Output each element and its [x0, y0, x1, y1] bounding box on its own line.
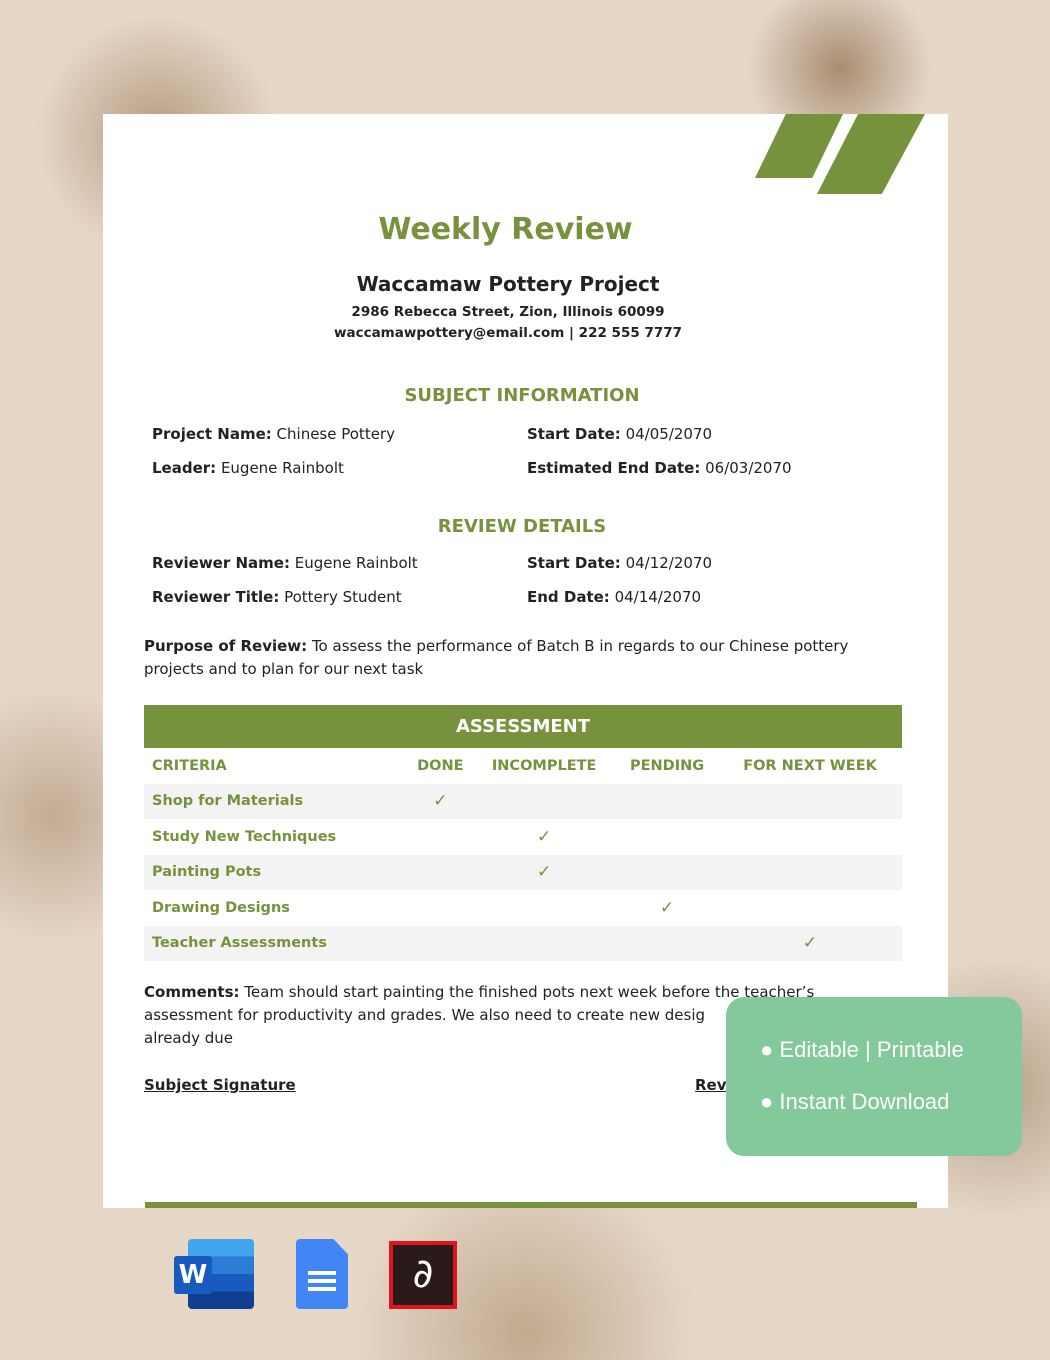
- status-cell: [472, 925, 617, 961]
- table-row: Study New Techniques ✓: [144, 819, 902, 855]
- feature-item: ● Instant Download: [760, 1089, 950, 1114]
- doc-title: Weekly Review: [378, 212, 633, 247]
- purpose: Purpose of Review: To assess the perform…: [144, 637, 849, 678]
- column-header: DONE: [417, 757, 464, 774]
- leader-field: Leader: Eugene Rainbolt: [152, 459, 344, 477]
- status-cell: [718, 783, 902, 819]
- org-name: Waccamaw Pottery Project: [356, 272, 660, 296]
- status-cell: [408, 890, 472, 926]
- address: 2986 Rebecca Street, Zion, Illinois 6009…: [351, 304, 665, 320]
- status-cell: [472, 783, 617, 819]
- start-date-field: Start Date: 04/05/2070: [527, 425, 713, 443]
- review-start-field: Start Date: 04/12/2070: [527, 554, 713, 572]
- table-row: Teacher Assessments ✓: [144, 925, 902, 961]
- end-date-field: Estimated End Date: 06/03/2070: [527, 459, 792, 477]
- criteria-cell: Teacher Assessments: [144, 925, 409, 961]
- google-docs-icon[interactable]: [296, 1239, 348, 1309]
- column-header: INCOMPLETE: [491, 757, 597, 774]
- assessment-title: ASSESSMENT: [144, 705, 902, 748]
- status-cell: [616, 854, 719, 890]
- features-badge: ● Editable | Printable ● Instant Downloa…: [726, 997, 1022, 1156]
- table-row: Drawing Designs ✓: [144, 890, 902, 926]
- check-icon: ✓: [659, 897, 675, 918]
- reviewer-name-field: Reviewer Name: Eugene Rainbolt: [152, 554, 418, 572]
- status-cell: [718, 819, 902, 855]
- footer-bar: [145, 1202, 917, 1208]
- check-icon: ✓: [537, 826, 552, 847]
- status-cell: [408, 854, 473, 890]
- column-header: PENDING: [629, 757, 705, 774]
- criteria-cell: Study New Techniques: [152, 828, 337, 845]
- word-icon[interactable]: W: [174, 1239, 254, 1309]
- reviewer-signature: Rev: [695, 1076, 727, 1094]
- subject-signature: Subject Signature: [144, 1076, 296, 1094]
- status-cell: [718, 854, 902, 890]
- project-name-field: Project Name: Chinese Pottery: [152, 425, 395, 443]
- column-header: CRITERIA: [152, 757, 227, 774]
- assessment-table: ASSESSMENT CRITERIA DONE INCOMPLETE PENDING…: [144, 705, 902, 961]
- column-header: FOR NEXT WEEK: [743, 757, 877, 774]
- reviewer-title-field: Reviewer Title: Pottery Student: [152, 588, 402, 606]
- review-heading: REVIEW DETAILS: [437, 516, 607, 537]
- feature-item: ● Editable | Printable: [760, 1037, 964, 1062]
- check-icon: ✓: [472, 854, 617, 890]
- contact: waccamawpottery@email.com | 222 555 7777: [333, 325, 683, 341]
- status-cell: [408, 925, 473, 961]
- check-icon: ✓: [718, 925, 902, 961]
- table-row: Shop for Materials ✓: [144, 783, 902, 819]
- subject-heading: SUBJECT INFORMATION: [404, 385, 640, 406]
- review-end-field: End Date: 04/14/2070: [527, 588, 702, 606]
- criteria-cell: Shop for Materials: [144, 783, 409, 819]
- criteria-cell: Painting Pots: [144, 854, 409, 890]
- status-cell: [616, 783, 719, 819]
- criteria-cell: Drawing Designs: [152, 899, 290, 916]
- decor-stripe: [755, 114, 843, 178]
- table-row: Painting Pots ✓: [144, 854, 902, 890]
- status-cell: [408, 819, 472, 855]
- status-cell: [616, 819, 718, 855]
- pdf-icon[interactable]: ∂: [389, 1241, 457, 1309]
- status-cell: [472, 890, 616, 926]
- status-cell: [718, 890, 902, 926]
- status-cell: [616, 925, 719, 961]
- check-icon: ✓: [408, 783, 473, 819]
